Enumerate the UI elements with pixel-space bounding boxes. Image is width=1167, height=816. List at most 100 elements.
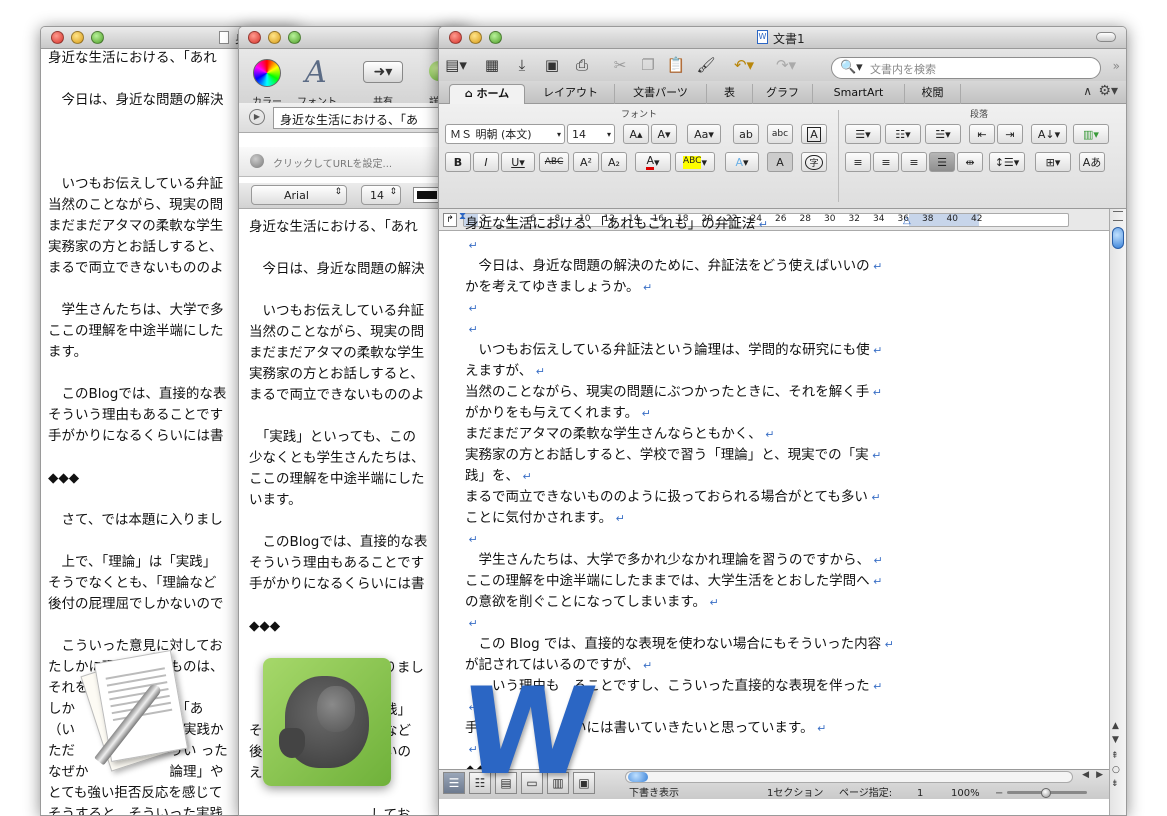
zoom-out-icon[interactable]: − [995, 788, 1003, 799]
vertical-scrollbar[interactable]: ▲ ▼ ⇞ ○ ⇟ [1109, 209, 1126, 815]
tab-home[interactable]: ⌂ ホーム [449, 84, 525, 104]
text-line: がかりをも与えてくれます。 ↵ [465, 405, 651, 421]
paste-icon[interactable]: 📋 [665, 54, 687, 76]
close-button[interactable] [248, 31, 261, 44]
bold-button[interactable]: B [445, 152, 471, 172]
tab-document-elements[interactable]: 文書パーツ [615, 84, 707, 104]
clear-formatting-button[interactable]: ab [733, 124, 759, 144]
text-line: 身近な生活における、「あれ [249, 219, 418, 235]
tab-review[interactable]: 校閲 [905, 84, 961, 104]
phonetic-guide-button[interactable]: abc [767, 124, 793, 144]
numbering-button[interactable]: ☷▾ [885, 124, 921, 144]
line-spacing-button[interactable]: ↕☰▾ [989, 152, 1025, 172]
change-case-button[interactable]: Aa▾ [687, 124, 721, 144]
evernote-titlebar[interactable] [239, 27, 469, 49]
font-family-select[interactable]: ＭＳ 明朝 (本文) ▾ [445, 124, 565, 144]
sort-button[interactable]: A↓▾ [1031, 124, 1067, 144]
textedit-app-icon [80, 649, 202, 782]
cut-icon[interactable]: ✂ [609, 54, 631, 76]
browse-object-icon[interactable]: ○ [1112, 765, 1120, 775]
previous-page-icon[interactable]: ⇞ [1111, 751, 1119, 761]
url-placeholder[interactable]: クリックしてURLを設定... [273, 155, 392, 170]
toolbar-overflow-icon[interactable]: » [1113, 59, 1120, 73]
bullets-button[interactable]: ☰▾ [845, 124, 881, 144]
color-wheel-icon[interactable] [253, 59, 281, 87]
text-effects-icon: A [735, 155, 743, 169]
enclose-character-button[interactable]: 字 [801, 152, 827, 172]
redo-icon[interactable]: ↷▾ [775, 54, 797, 76]
horizontal-scrollbar[interactable] [625, 771, 1073, 783]
character-shading-icon: A [776, 155, 784, 169]
scroll-thumb[interactable] [1112, 227, 1124, 249]
paragraph-mark-icon: ↵ [867, 491, 881, 504]
format-painter-icon[interactable]: 🖌 [695, 54, 717, 76]
print-icon[interactable]: ⎙ [571, 54, 593, 76]
save-icon[interactable]: ▣ [541, 54, 563, 76]
increase-indent-button[interactable]: ⇥ [997, 124, 1023, 144]
shrink-font-button[interactable]: A▾ [651, 124, 677, 144]
italic-button[interactable]: I [473, 152, 499, 172]
zoom-button[interactable] [489, 31, 502, 44]
zoom-slider-thumb[interactable] [1041, 788, 1051, 798]
subscript-button[interactable]: A₂ [601, 152, 627, 172]
document-search-input[interactable]: 🔍▾ 文書内を検索 [831, 57, 1101, 79]
superscript-button[interactable]: A² [573, 152, 599, 172]
tab-table[interactable]: 表 [707, 84, 753, 104]
collapse-ribbon-icon[interactable]: ∧ [1083, 84, 1092, 98]
columns-button[interactable]: ▥▾ [1073, 124, 1109, 144]
open-icon[interactable]: ⤓ [511, 54, 533, 76]
horizontal-scroll-thumb[interactable] [628, 772, 648, 782]
highlight-button[interactable]: ABC ▾ [675, 152, 715, 172]
underline-button[interactable]: U▾ [501, 152, 535, 172]
character-shading-button[interactable]: A [767, 152, 793, 172]
font-color-button[interactable]: A ▾ [635, 152, 671, 172]
new-document-icon[interactable]: ▤▾ [445, 54, 467, 76]
scroll-right-icon[interactable]: ▶ [1096, 770, 1103, 780]
borders-button[interactable]: ⊞▾ [1035, 152, 1071, 172]
align-center-button[interactable]: ≡ [873, 152, 899, 172]
scroll-up-icon[interactable]: ▲ [1112, 721, 1119, 731]
font-icon[interactable]: A [305, 55, 327, 90]
minimize-button[interactable] [71, 31, 84, 44]
tab-selector-icon[interactable]: ↱ [443, 213, 457, 227]
zoom-button[interactable] [91, 31, 104, 44]
templates-icon[interactable]: ▦ [481, 54, 503, 76]
align-left-icon: ≡ [853, 155, 863, 169]
scroll-down-icon[interactable]: ▼ [1112, 735, 1119, 745]
play-icon[interactable]: ▶ [249, 109, 265, 125]
multilevel-list-button[interactable]: ☱▾ [925, 124, 961, 144]
undo-icon[interactable]: ↶▾ [733, 54, 755, 76]
text-line: 学生さんたちは、大学で多かれ少なかれ理論を習うのですから、 ↵ [465, 552, 883, 568]
shrink-font-icon: A▾ [657, 127, 671, 141]
word-titlebar[interactable]: W 文書1 [439, 27, 1126, 49]
close-button[interactable] [449, 31, 462, 44]
share-button[interactable]: ➜▾ [363, 61, 403, 83]
align-right-button[interactable]: ≡ [901, 152, 927, 172]
font-size-select[interactable]: 14 ▾ [567, 124, 615, 144]
text-effects-button[interactable]: A ▾ [725, 152, 759, 172]
toolbar-toggle-button[interactable] [1096, 32, 1116, 42]
distributed-button[interactable]: ⇹ [957, 152, 983, 172]
strikethrough-button[interactable]: ABC [539, 152, 569, 172]
minimize-button[interactable] [268, 31, 281, 44]
text-direction-button[interactable]: Aあ [1079, 152, 1105, 172]
tab-layout[interactable]: レイアウト [527, 84, 615, 104]
scroll-left-icon[interactable]: ◀ [1082, 770, 1089, 780]
zoom-button[interactable] [288, 31, 301, 44]
font-family-select[interactable]: Arial ⇕ [251, 185, 347, 205]
split-handle-icon[interactable] [1113, 211, 1123, 221]
grow-font-button[interactable]: A▴ [623, 124, 649, 144]
font-size-select[interactable]: 14 ⇕ [361, 185, 401, 205]
justify-button[interactable]: ☰ [929, 152, 955, 172]
next-page-icon[interactable]: ⇟ [1111, 779, 1119, 789]
tab-smartart[interactable]: SmartArt [813, 84, 905, 104]
font-family-value: ＭＳ 明朝 (本文) [450, 128, 532, 141]
copy-icon[interactable]: ❐ [637, 54, 659, 76]
gear-icon[interactable]: ⚙▾ [1098, 83, 1118, 99]
close-button[interactable] [51, 31, 64, 44]
decrease-indent-button[interactable]: ⇤ [969, 124, 995, 144]
align-left-button[interactable]: ≡ [845, 152, 871, 172]
minimize-button[interactable] [469, 31, 482, 44]
tab-chart[interactable]: グラフ [753, 84, 813, 104]
character-border-button[interactable]: A [801, 124, 827, 144]
